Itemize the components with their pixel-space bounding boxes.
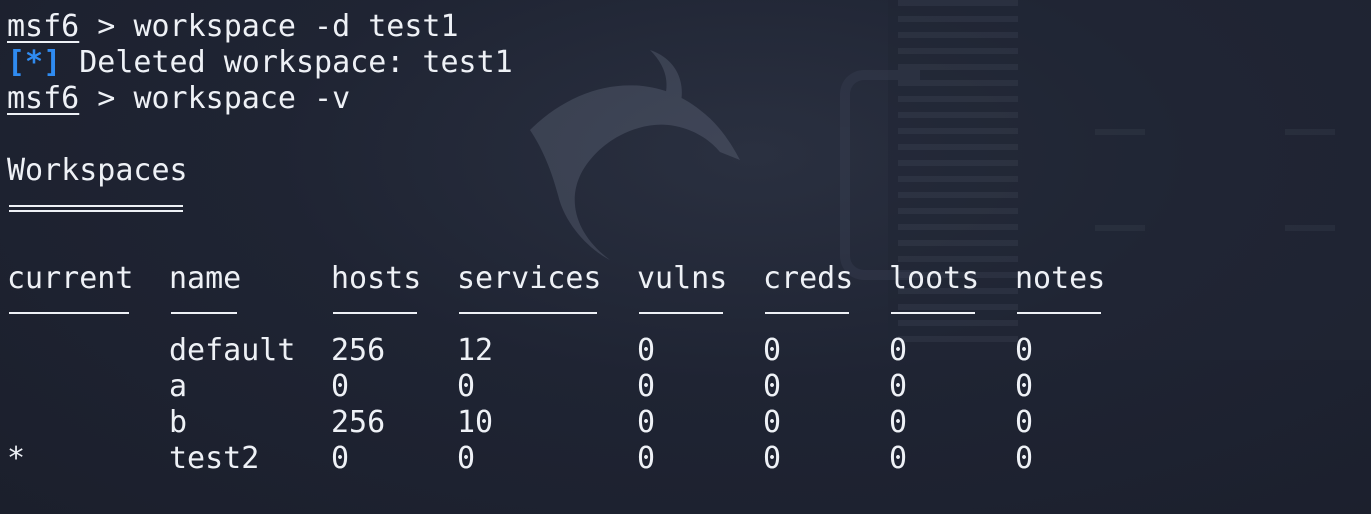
cell-loots: 0 — [889, 369, 908, 404]
header-underline — [1017, 312, 1101, 314]
wallpaper-text — [1095, 225, 1145, 231]
cell-loots: 0 — [889, 333, 908, 368]
cell-services: 12 — [457, 333, 494, 368]
cell-name: test2 — [169, 441, 260, 476]
cell-hosts: 0 — [331, 441, 350, 476]
msf-prompt: msf6 — [7, 9, 80, 44]
table-heading: Workspaces — [7, 153, 188, 188]
cell-services: 0 — [457, 369, 476, 404]
column-header-name: name — [169, 261, 242, 296]
status-line: [*] Deleted workspace: test1 — [7, 45, 513, 81]
column-header-loots: loots — [889, 261, 980, 296]
cell-name: b — [169, 405, 188, 440]
cell-vulns: 0 — [637, 441, 656, 476]
header-underline — [765, 312, 849, 314]
cell-services: 0 — [457, 441, 476, 476]
header-underline — [9, 312, 129, 314]
wallpaper-text — [1285, 225, 1335, 231]
cell-creds: 0 — [763, 333, 782, 368]
column-header-creds: creds — [763, 261, 854, 296]
header-underline — [891, 312, 975, 314]
cell-notes: 0 — [1015, 333, 1034, 368]
column-header-current: current — [7, 261, 134, 296]
prompt-separator: > — [79, 81, 134, 116]
cell-notes: 0 — [1015, 441, 1034, 476]
cell-creds: 0 — [763, 441, 782, 476]
column-header-vulns: vulns — [637, 261, 728, 296]
wallpaper-shape — [840, 70, 920, 280]
command-line-2: msf6 > workspace -v — [7, 81, 350, 117]
status-text: Deleted workspace: test1 — [61, 45, 513, 80]
command-text: workspace -d test1 — [133, 9, 459, 44]
header-underline — [639, 312, 723, 314]
cell-current: * — [7, 441, 26, 476]
column-header-hosts: hosts — [331, 261, 422, 296]
cell-notes: 0 — [1015, 369, 1034, 404]
msf-prompt: msf6 — [7, 81, 80, 116]
cell-vulns: 0 — [637, 333, 656, 368]
cell-name: default — [169, 333, 296, 368]
cell-hosts: 0 — [331, 369, 350, 404]
header-underline — [333, 312, 417, 314]
heading-double-rule — [9, 205, 183, 207]
cell-vulns: 0 — [637, 369, 656, 404]
command-text: workspace -v — [133, 81, 351, 116]
column-header-notes: notes — [1015, 261, 1106, 296]
wallpaper-text — [1095, 129, 1145, 135]
info-marker: [*] — [7, 45, 62, 80]
cell-loots: 0 — [889, 405, 908, 440]
prompt-separator: > — [79, 9, 134, 44]
cell-creds: 0 — [763, 369, 782, 404]
header-underline — [171, 312, 237, 314]
cell-loots: 0 — [889, 441, 908, 476]
cell-hosts: 256 — [331, 333, 386, 368]
cell-hosts: 256 — [331, 405, 386, 440]
cell-creds: 0 — [763, 405, 782, 440]
cell-services: 10 — [457, 405, 494, 440]
header-underline — [459, 312, 597, 314]
command-line-1: msf6 > workspace -d test1 — [7, 9, 459, 45]
cell-notes: 0 — [1015, 405, 1034, 440]
cell-name: a — [169, 369, 188, 404]
column-header-services: services — [457, 261, 602, 296]
wallpaper-text — [1285, 129, 1335, 135]
cell-vulns: 0 — [637, 405, 656, 440]
